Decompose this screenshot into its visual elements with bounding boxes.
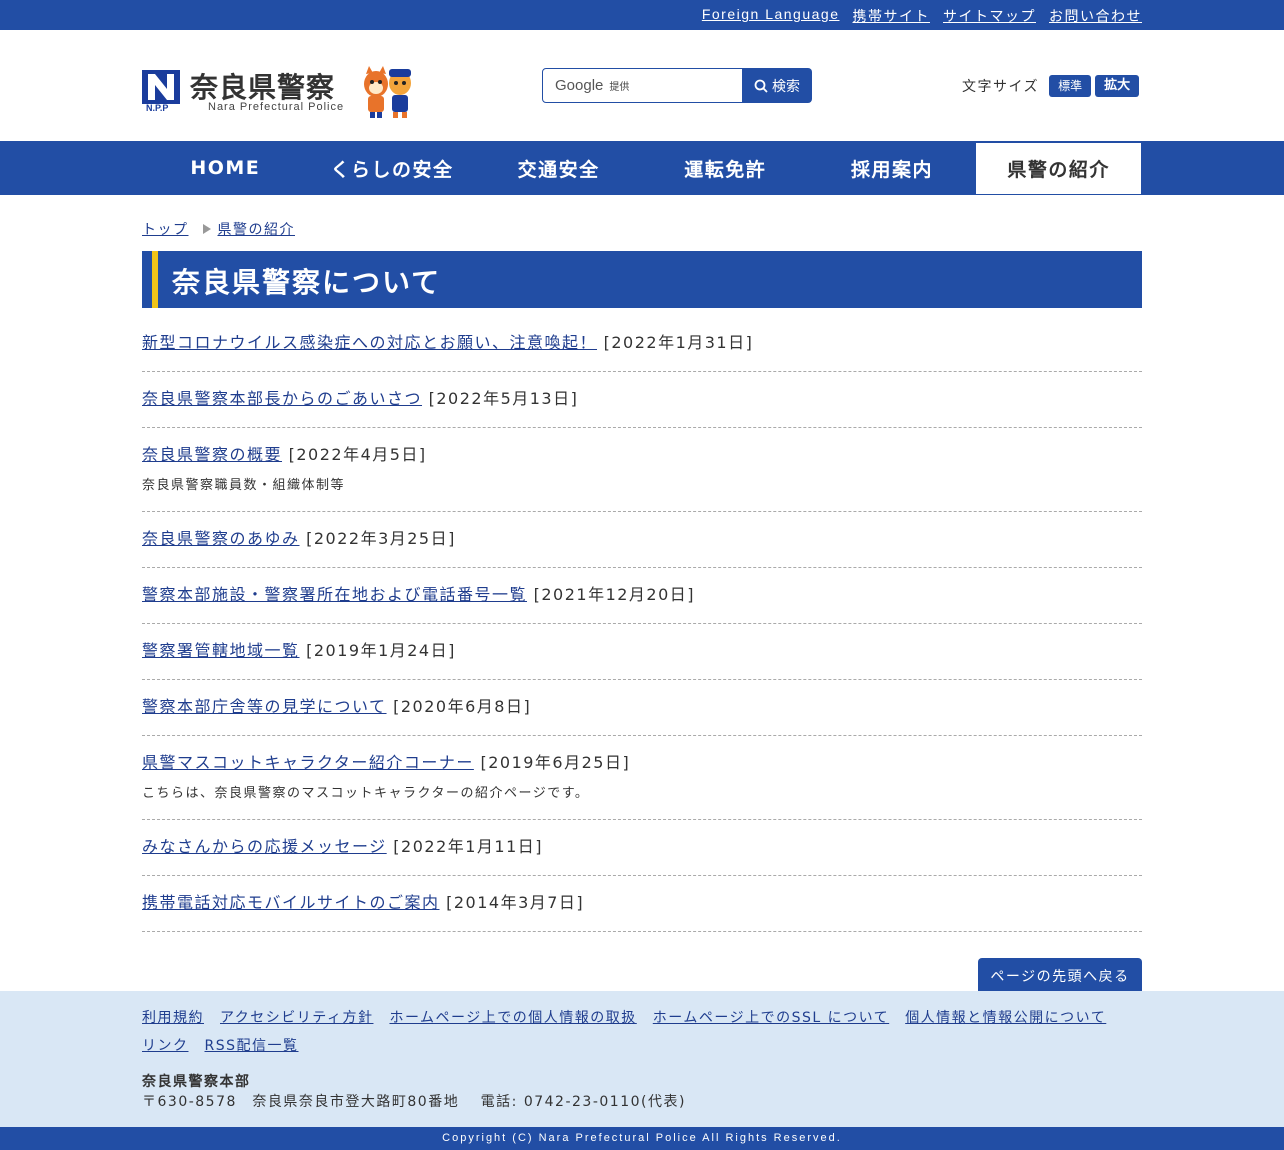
logo-title: 奈良県警察 [190, 71, 336, 104]
article-date: [2022年1月31日] [603, 333, 754, 352]
search-button[interactable]: 検索 [742, 68, 812, 103]
list-item: 奈良県警察の概要 [2022年4月5日] 奈良県警察職員数・組織体制等 [142, 428, 1142, 512]
list-item: 警察本部施設・警察署所在地および電話番号一覧 [2021年12月20日] [142, 568, 1142, 624]
article-link[interactable]: 奈良県警察本部長からのごあいさつ [142, 389, 422, 408]
search-button-label: 検索 [772, 78, 800, 95]
nav-traffic-safety[interactable]: 交通安全 [475, 141, 642, 195]
article-link[interactable]: 県警マスコットキャラクター紹介コーナー [142, 753, 474, 772]
article-link[interactable]: みなさんからの応援メッセージ [142, 837, 387, 856]
page-title-banner: 奈良県警察について [142, 251, 1142, 308]
article-link[interactable]: 奈良県警察のあゆみ [142, 529, 300, 548]
global-nav: HOME くらしの安全 交通安全 運転免許 採用案内 県警の紹介 [0, 141, 1284, 195]
font-size-large-button[interactable]: 拡大 [1095, 75, 1140, 97]
article-link[interactable]: 警察署管轄地域一覧 [142, 641, 300, 660]
article-date: [2020年6月8日] [393, 697, 532, 716]
list-item: みなさんからの応援メッセージ [2022年1月11日] [142, 820, 1142, 876]
mascot-icon [364, 66, 411, 118]
footer-privacy-link[interactable]: ホームページ上での個人情報の取扱 [389, 1008, 636, 1028]
font-size-switcher: 文字サイズ 標準 拡大 [962, 75, 1143, 97]
provider-suffix: 提供 [609, 82, 630, 93]
article-date: [2022年3月25日] [306, 529, 456, 548]
nav-life-safety[interactable]: くらしの安全 [309, 141, 476, 195]
article-date: [2022年1月11日] [393, 837, 544, 856]
nav-recruitment[interactable]: 採用案内 [809, 141, 976, 195]
breadcrumb: トップ 県警の紹介 [142, 219, 295, 239]
list-item: 携帯電話対応モバイルサイトのご案内 [2014年3月7日] [142, 876, 1142, 932]
list-item: 奈良県警察本部長からのごあいさつ [2022年5月13日] [142, 372, 1142, 428]
footer-disclosure-link[interactable]: 個人情報と情報公開について [905, 1008, 1106, 1028]
global-nav-items: HOME くらしの安全 交通安全 運転免許 採用案内 県警の紹介 [142, 141, 1142, 195]
article-date: [2021年12月20日] [533, 585, 696, 604]
list-item: 警察本部庁舎等の見学について [2020年6月8日] [142, 680, 1142, 736]
nav-driver-license[interactable]: 運転免許 [642, 141, 809, 195]
back-to-top-button[interactable]: ページの先頭へ戻る [978, 958, 1142, 994]
article-date: [2019年1月24日] [306, 641, 456, 660]
site-logo[interactable]: N.P.P 奈良県警察 Nara Prefectural Police [142, 66, 412, 118]
list-item: 奈良県警察のあゆみ [2022年3月25日] [142, 512, 1142, 568]
article-date: [2022年5月13日] [428, 389, 579, 408]
logo-mark-text: N.P.P [146, 103, 169, 113]
article-description: こちらは、奈良県警察のマスコットキャラクターの紹介ページです。 [142, 786, 590, 801]
logo-subtitle: Nara Prefectural Police [208, 101, 345, 113]
article-date: [2019年6月25日] [480, 753, 631, 772]
sitemap-link[interactable]: サイトマップ [943, 6, 1036, 26]
font-size-standard-button[interactable]: 標準 [1049, 75, 1092, 97]
footer-accessibility-link[interactable]: アクセシビリティ方針 [220, 1008, 373, 1028]
article-description: 奈良県警察職員数・組織体制等 [142, 478, 346, 493]
copyright-bar: Copyright (C) Nara Prefectural Police Al… [0, 1127, 1284, 1150]
nav-home[interactable]: HOME [142, 141, 309, 195]
search-input[interactable]: Google 提供 [542, 68, 743, 103]
footer-rss-link[interactable]: RSS配信一覧 [205, 1036, 299, 1056]
mobile-site-link[interactable]: 携帯サイト [853, 6, 931, 26]
google-brand: Google [555, 77, 604, 94]
footer-links: 利用規約 アクセシビリティ方針 ホームページ上での個人情報の取扱 ホームページ上… [142, 1008, 1142, 1056]
footer-ssl-link[interactable]: ホームページ上でのSSL について [653, 1008, 889, 1028]
article-link[interactable]: 携帯電話対応モバイルサイトのご案内 [142, 893, 440, 912]
site-header: N.P.P 奈良県警察 Nara Prefectural Police Goog… [0, 30, 1284, 141]
contact-link[interactable]: お問い合わせ [1049, 6, 1142, 26]
article-link[interactable]: 警察本部施設・警察署所在地および電話番号一覧 [142, 585, 527, 604]
article-date: [2014年3月7日] [446, 893, 585, 912]
utility-links: Foreign Language 携帯サイト サイトマップ お問い合わせ [702, 6, 1142, 26]
list-item: 警察署管轄地域一覧 [2019年1月24日] [142, 624, 1142, 680]
site-search: Google 提供 検索 [542, 68, 812, 103]
search-icon [754, 79, 768, 93]
list-item: 県警マスコットキャラクター紹介コーナー [2019年6月25日] こちらは、奈良… [142, 736, 1142, 820]
page-title: 奈良県警察について [172, 266, 442, 299]
top-utility-bar: Foreign Language 携帯サイト サイトマップ お問い合わせ [0, 0, 1284, 30]
title-accent-bar [152, 251, 158, 308]
article-link[interactable]: 警察本部庁舎等の見学について [142, 697, 387, 716]
search-provider: Google 提供 [555, 77, 629, 94]
footer-links-link[interactable]: リンク [142, 1036, 189, 1056]
foreign-language-link[interactable]: Foreign Language [702, 6, 840, 26]
breadcrumb-current-link[interactable]: 県警の紹介 [218, 219, 296, 239]
site-footer: 利用規約 アクセシビリティ方針 ホームページ上での個人情報の取扱 ホームページ上… [0, 991, 1284, 1127]
article-link[interactable]: 奈良県警察の概要 [142, 445, 282, 464]
footer-organization: 奈良県警察本部 [142, 1074, 251, 1090]
font-size-label: 文字サイズ [962, 79, 1040, 95]
article-link[interactable]: 新型コロナウイルス感染症への対応とお願い、注意喚起！ [142, 333, 597, 352]
breadcrumb-arrow-icon [202, 224, 211, 234]
article-date: [2022年4月5日] [288, 445, 427, 464]
footer-terms-link[interactable]: 利用規約 [142, 1008, 204, 1028]
nav-about-police[interactable]: 県警の紹介 [975, 142, 1142, 195]
article-list: 新型コロナウイルス感染症への対応とお願い、注意喚起！ [2022年1月31日] … [142, 316, 1142, 932]
breadcrumb-top-link[interactable]: トップ [142, 219, 189, 239]
list-item: 新型コロナウイルス感染症への対応とお願い、注意喚起！ [2022年1月31日] [142, 316, 1142, 372]
footer-address: 〒630-8578 奈良県奈良市登大路町80番地 電話: 0742-23-011… [142, 1094, 686, 1110]
